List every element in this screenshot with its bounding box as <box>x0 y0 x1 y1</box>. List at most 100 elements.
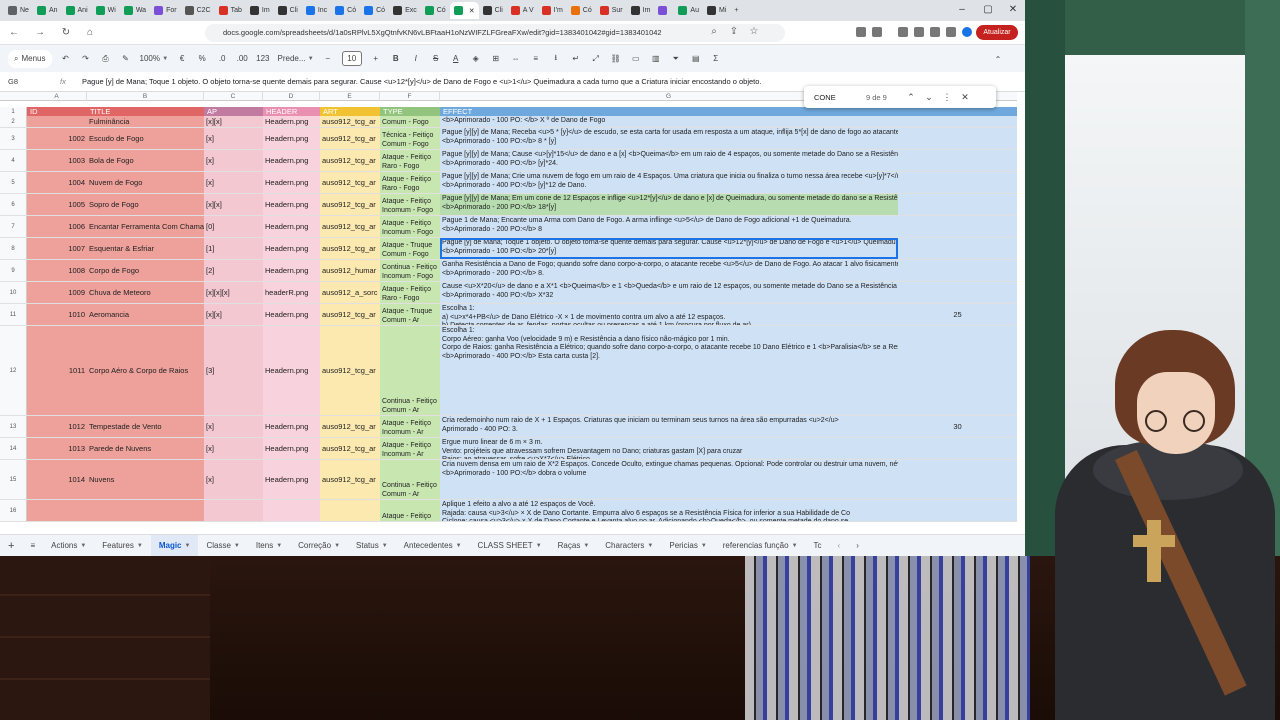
sheet-tab[interactable]: Characters ▼ <box>597 535 661 557</box>
new-tab-icon[interactable]: + <box>730 2 742 19</box>
cell-ap[interactable]: [x] <box>204 150 263 171</box>
chevron-down-icon[interactable]: ▼ <box>185 535 191 557</box>
row-number[interactable]: 8 <box>0 238 27 259</box>
increase-decimal-button[interactable]: .00 <box>236 50 248 68</box>
find-close-icon[interactable]: ✕ <box>956 92 974 103</box>
browser-tab[interactable]: Cli <box>479 2 507 19</box>
all-sheets-icon[interactable]: ≡ <box>22 535 43 557</box>
browser-tab[interactable]: Inc <box>302 2 331 19</box>
cell-header[interactable]: Headern.png <box>263 238 320 259</box>
cell-id[interactable]: 1008 <box>27 260 87 281</box>
sheet-tab[interactable]: Actions ▼ <box>43 535 94 557</box>
close-tab-icon[interactable]: ✕ <box>469 7 475 15</box>
bookmark-star-icon[interactable]: ☆ <box>746 26 762 37</box>
cell-effect[interactable]: Escolha 1: a) <u>x*4+PB</u> de Dano Elét… <box>440 304 898 325</box>
font-size-increase-icon[interactable]: + <box>370 50 382 68</box>
spreadsheet-grid[interactable]: A B C D E F G 1 ID TITLE AP HEADER ART T… <box>0 92 1017 526</box>
cell-h[interactable] <box>898 238 1017 259</box>
cell-type[interactable]: Ataque - Feitiço <box>380 500 440 521</box>
cell-art[interactable]: auso912_tcg_ar <box>320 116 380 127</box>
row-number[interactable]: 6 <box>0 194 27 215</box>
chevron-down-icon[interactable]: ▼ <box>137 535 143 557</box>
cell-id[interactable] <box>27 116 87 127</box>
cell-header[interactable]: Headern.png <box>263 260 320 281</box>
row-number[interactable]: 9 <box>0 260 27 281</box>
filter-views-icon[interactable]: ▤ <box>690 50 702 68</box>
cell-h[interactable] <box>898 460 1017 499</box>
find-input[interactable]: CONE <box>804 93 866 102</box>
cell-ap[interactable]: [0] <box>204 216 263 237</box>
cell-ap[interactable]: [x][x] <box>204 116 263 127</box>
cell-id[interactable]: 1013 <box>27 438 87 459</box>
browser-tab[interactable]: Im <box>246 2 274 19</box>
browser-tab[interactable]: Mi <box>703 2 730 19</box>
browser-tab[interactable]: Sur <box>596 2 627 19</box>
row-number[interactable]: 5 <box>0 172 27 193</box>
row-number[interactable]: 15 <box>0 460 27 499</box>
cell-title[interactable]: Nuvem de Fogo <box>87 172 204 193</box>
back-icon[interactable]: ← <box>6 27 22 38</box>
column-letter-a[interactable]: A <box>27 92 87 101</box>
strikethrough-button[interactable]: S <box>430 50 442 68</box>
sheet-tab[interactable]: Itens ▼ <box>248 535 290 557</box>
cell-type[interactable]: Técnica - Feitiço Comum - Fogo <box>380 128 440 149</box>
number-format-button[interactable]: 123 <box>256 50 269 68</box>
cell-effect[interactable]: Pague [y][y] de Mana; Receba <u>5 * [y]<… <box>440 128 898 149</box>
cell-ap[interactable]: [2] <box>204 260 263 281</box>
cell-art[interactable]: auso912_tcg_ar <box>320 128 380 149</box>
cell-ap[interactable]: [x][x][x] <box>204 282 263 303</box>
row-number[interactable]: 16 <box>0 500 27 521</box>
percent-format-button[interactable]: % <box>196 50 208 68</box>
extension-icon[interactable] <box>898 27 908 37</box>
home-icon[interactable]: ⌂ <box>82 27 98 38</box>
cell-art[interactable]: auso912_tcg_ar <box>320 326 380 415</box>
formula-input[interactable]: Pague [y] de Mana; Toque 1 objeto. O obj… <box>82 77 762 86</box>
extension-icon[interactable] <box>914 27 924 37</box>
insert-link-icon[interactable]: ⛓ <box>610 50 622 68</box>
cell-type[interactable]: Ataque - Truque Comum - Fogo <box>380 238 440 259</box>
cell-title[interactable]: Corpo Aéro & Corpo de Raios <box>87 326 204 415</box>
cell-h[interactable] <box>898 150 1017 171</box>
cell-type[interactable]: Comum - Fogo <box>380 116 440 127</box>
cell-effect[interactable]: Ergue muro linear de 6 m × 3 m. Vento: p… <box>440 438 898 459</box>
cell-h[interactable]: 25 <box>898 304 1017 325</box>
sheet-tab[interactable]: Classe ▼ <box>198 535 247 557</box>
sheet-tab[interactable]: Tc <box>806 535 830 557</box>
cell-ap[interactable]: [x] <box>204 438 263 459</box>
chevron-down-icon[interactable]: ▼ <box>583 535 589 557</box>
cell-header[interactable] <box>263 500 320 521</box>
paint-format-icon[interactable]: ✎ <box>120 50 132 68</box>
cell-art[interactable]: auso912_tcg_ar <box>320 460 380 499</box>
cell-id[interactable] <box>27 500 87 521</box>
cell-title[interactable]: Aeromancia <box>87 304 204 325</box>
vertical-align-icon[interactable]: ⭳ <box>550 50 562 68</box>
row-number[interactable]: 7 <box>0 216 27 237</box>
cell-effect[interactable]: Ganha Resistência a Dano de Fogo; quando… <box>440 260 898 281</box>
header-id[interactable]: ID <box>27 107 87 116</box>
extension-icon[interactable] <box>930 27 940 37</box>
chevron-down-icon[interactable]: ▼ <box>456 535 462 557</box>
cell-type[interactable]: Ataque - Feitiço Incomum - Fogo <box>380 194 440 215</box>
header-effect[interactable]: EFFECT <box>440 107 1017 116</box>
browser-tab[interactable]: Ani <box>62 2 92 19</box>
cell-id[interactable]: 1009 <box>27 282 87 303</box>
sheet-tab[interactable]: Status ▼ <box>348 535 396 557</box>
browser-tab[interactable]: Im <box>627 2 655 19</box>
cell-type[interactable]: Ataque - Feitiço Incomum - Fogo <box>380 216 440 237</box>
cell-title[interactable]: Fulminância <box>87 116 204 127</box>
cell-effect[interactable]: Cria redemoinho num raio de X + 1 Espaço… <box>440 416 898 437</box>
cell-effect[interactable]: Pague 1 de Mana; Encante uma Arma com Da… <box>440 216 898 237</box>
cell-title[interactable]: Nuvens <box>87 460 204 499</box>
cell-id[interactable]: 1014 <box>27 460 87 499</box>
undo-icon[interactable]: ↶ <box>60 50 72 68</box>
header-type[interactable]: TYPE <box>380 107 440 116</box>
sheet-tab[interactable]: Correção ▼ <box>290 535 348 557</box>
text-rotation-icon[interactable]: ⤢ <box>590 50 602 68</box>
cell-type[interactable]: Ataque - Feitiço Incomum - Ar <box>380 416 440 437</box>
cell-id[interactable]: 1011 <box>27 326 87 415</box>
sheet-tab[interactable]: Antecedentes ▼ <box>396 535 470 557</box>
add-sheet-icon[interactable]: + <box>0 535 22 557</box>
cell-header[interactable]: Headern.png <box>263 172 320 193</box>
cell-h[interactable]: 30 <box>898 416 1017 437</box>
cell-title[interactable]: Corpo de Fogo <box>87 260 204 281</box>
